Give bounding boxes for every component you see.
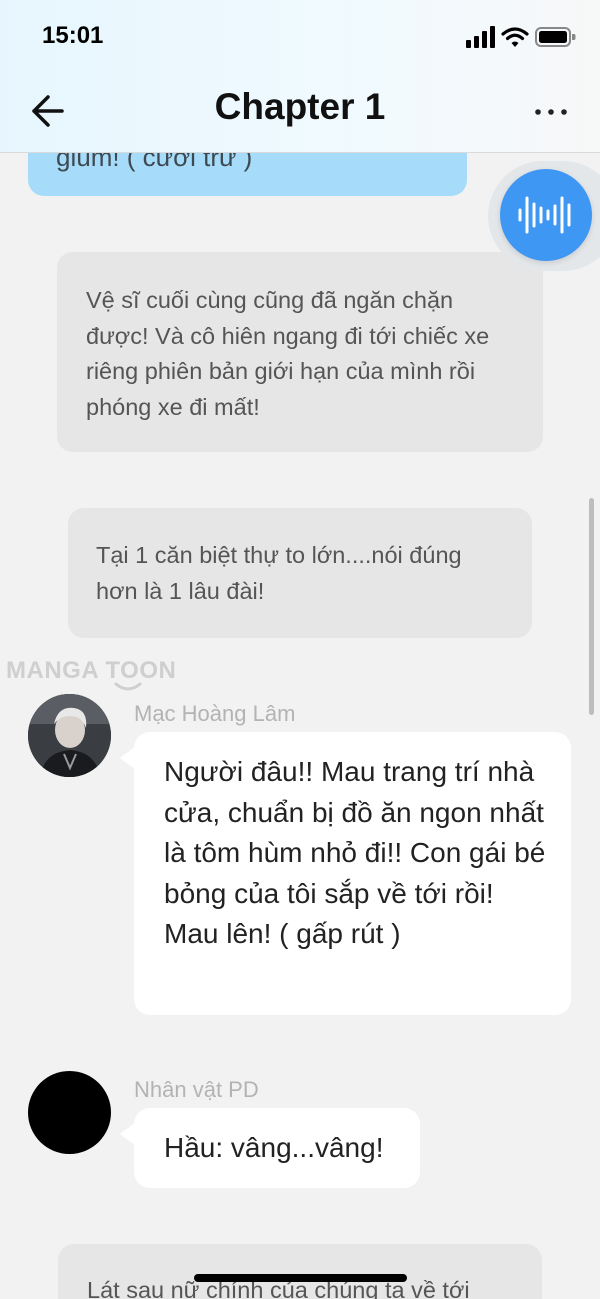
- narration-box: Vệ sĩ cuối cùng cũng đã ngăn chặn được! …: [57, 252, 543, 452]
- more-button[interactable]: [524, 90, 578, 130]
- battery-icon: [535, 27, 576, 47]
- avatar[interactable]: [28, 1071, 111, 1154]
- narration-text: Vệ sĩ cuối cùng cũng đã ngăn chặn được! …: [86, 287, 490, 420]
- home-indicator[interactable]: [194, 1274, 407, 1282]
- status-time: 15:01: [42, 22, 104, 49]
- status-icons: [466, 26, 576, 48]
- wifi-icon: [501, 27, 529, 47]
- voice-read-button[interactable]: [500, 169, 592, 261]
- speech-bubble: Người đâu!! Mau trang trí nhà cửa, chuẩn…: [120, 732, 571, 1015]
- narration-box: Tại 1 căn biệt thự to lớn....nói đúng hơ…: [68, 508, 532, 638]
- avatar[interactable]: [28, 694, 111, 777]
- scroll-indicator[interactable]: [589, 498, 594, 715]
- more-dots-icon: [535, 109, 567, 115]
- page-title: Chapter 1: [214, 86, 386, 127]
- speaker-name: Mạc Hoàng Lâm: [134, 701, 296, 726]
- watermark-logo: MANGA TOON: [6, 657, 177, 684]
- speech-text: Người đâu!! Mau trang trí nhà cửa, chuẩn…: [164, 756, 546, 949]
- app-header: 15:01 Chapter 1: [0, 0, 600, 153]
- voice-waveform-icon: [518, 196, 571, 234]
- person-avatar-icon: [28, 694, 111, 777]
- narration-box: Lát sau nữ chính của chúng ta về tới: [58, 1244, 542, 1299]
- speech-text: Hầu: vâng...vâng!: [164, 1132, 384, 1163]
- watermark-smile-icon: [114, 682, 142, 691]
- cellular-signal-icon: [466, 26, 495, 48]
- speech-bubble: Hầu: vâng...vâng!: [120, 1108, 420, 1188]
- narration-text: Tại 1 căn biệt thự to lớn....nói đúng hơ…: [96, 542, 462, 604]
- speaker-name: Nhân vật PD: [134, 1077, 259, 1102]
